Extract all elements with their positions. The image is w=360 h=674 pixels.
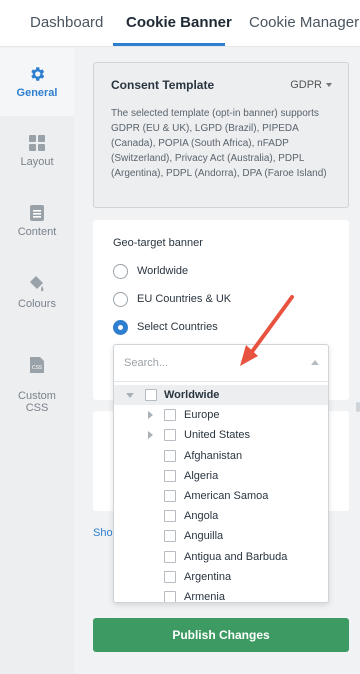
active-tab-indicator: [113, 43, 225, 46]
tree-row[interactable]: Antigua and Barbuda: [114, 547, 328, 567]
checkbox[interactable]: [164, 449, 176, 462]
sidebar-label-general: General: [16, 87, 58, 99]
paint-bucket-icon: [30, 276, 44, 292]
dropdown-search: [114, 345, 328, 382]
sidebar-label-custom-css: Custom CSS: [18, 390, 56, 414]
checkbox[interactable]: [164, 570, 176, 583]
country-search-input[interactable]: [124, 355, 304, 371]
checkbox[interactable]: [164, 409, 176, 422]
expand-icon[interactable]: [148, 431, 153, 440]
radio-button[interactable]: [113, 263, 128, 279]
checkbox[interactable]: [164, 510, 176, 523]
sidebar: General Layout Content Colours CSS Custo…: [0, 48, 74, 674]
tree-label: Anguilla: [184, 530, 224, 543]
tree-label: Afghanistan: [184, 449, 243, 462]
checkbox[interactable]: [164, 550, 176, 563]
css-file-icon: CSS: [30, 357, 44, 373]
tree-row[interactable]: Afghanistan: [114, 446, 328, 466]
radio-label: Worldwide: [137, 265, 189, 277]
tab-cookie-manager[interactable]: Cookie Manager: [249, 14, 359, 31]
geo-target-title: Geo-target banner: [113, 237, 203, 249]
sidebar-item-colours[interactable]: Colours: [0, 274, 74, 310]
sidebar-item-content[interactable]: Content: [0, 204, 74, 238]
checkbox[interactable]: [164, 590, 176, 602]
radio-select-countries[interactable]: Select Countries: [113, 319, 218, 335]
radio-worldwide[interactable]: Worldwide: [113, 263, 188, 279]
tab-cookie-banner[interactable]: Cookie Banner: [126, 14, 232, 31]
sidebar-label-layout: Layout: [20, 156, 54, 168]
tree-label: Antigua and Barbuda: [184, 550, 288, 563]
chevron-down-icon: [326, 83, 332, 88]
radio-label: Select Countries: [137, 321, 218, 333]
grid-icon: [29, 135, 45, 151]
radio-button[interactable]: [113, 291, 128, 307]
sidebar-item-layout[interactable]: Layout: [0, 134, 74, 168]
tree-label: United States: [184, 429, 251, 442]
top-tab-bar: Dashboard Cookie Banner Cookie Manager: [0, 0, 360, 47]
tree-label: Algeria: [184, 469, 219, 482]
tree-row[interactable]: United States: [114, 425, 328, 445]
radio-button-checked[interactable]: [113, 319, 128, 335]
checkbox[interactable]: [164, 530, 176, 543]
tree-row[interactable]: Anguilla: [114, 526, 328, 546]
tree-label: Angola: [184, 510, 219, 523]
tree-label: Armenia: [184, 590, 225, 603]
svg-text:CSS: CSS: [32, 365, 43, 371]
sidebar-label-content: Content: [17, 226, 57, 238]
radio-label: EU Countries & UK: [137, 293, 232, 305]
show-link[interactable]: Sho: [93, 527, 113, 539]
radio-eu-countries[interactable]: EU Countries & UK: [113, 291, 231, 307]
consent-template-description: The selected template (opt-in banner) su…: [111, 108, 327, 179]
tree-label: Europe: [184, 409, 220, 422]
tree-label: Argentina: [184, 570, 232, 583]
checkbox[interactable]: [164, 429, 176, 442]
country-tree: Worldwide Europe United States Afghanist…: [114, 385, 328, 603]
tree-row[interactable]: American Samoa: [114, 486, 328, 506]
consent-template-value: GDPR: [290, 79, 322, 91]
tree-row[interactable]: Argentina: [114, 567, 328, 587]
tree-row[interactable]: Europe: [114, 405, 328, 425]
tree-row[interactable]: Angola: [114, 506, 328, 526]
document-icon: [30, 205, 44, 221]
tree-label: American Samoa: [184, 489, 269, 502]
checkbox[interactable]: [164, 489, 176, 502]
tree-row[interactable]: Armenia: [114, 587, 328, 603]
consent-template-card: Consent Template GDPR The selected templ…: [93, 62, 349, 208]
publish-changes-button[interactable]: Publish Changes: [93, 618, 349, 652]
collapse-icon[interactable]: [126, 393, 134, 398]
sidebar-item-general[interactable]: General: [0, 48, 74, 116]
tree-row-worldwide[interactable]: Worldwide: [114, 385, 328, 406]
gear-icon: [31, 67, 45, 81]
chevron-up-icon[interactable]: [311, 360, 319, 365]
checkbox[interactable]: [164, 469, 176, 482]
scroll-handle: [356, 402, 360, 412]
tree-label: Worldwide: [164, 389, 220, 401]
sidebar-label-colours: Colours: [18, 298, 56, 310]
sidebar-item-custom-css[interactable]: CSS Custom CSS: [0, 344, 74, 414]
expand-icon[interactable]: [148, 411, 153, 420]
checkbox[interactable]: [145, 389, 157, 401]
tree-row[interactable]: Algeria: [114, 466, 328, 486]
country-dropdown[interactable]: Worldwide Europe United States Afghanist…: [113, 344, 329, 603]
consent-template-title: Consent Template: [111, 78, 215, 92]
consent-template-select[interactable]: GDPR: [290, 79, 332, 91]
tab-dashboard[interactable]: Dashboard: [30, 14, 103, 31]
